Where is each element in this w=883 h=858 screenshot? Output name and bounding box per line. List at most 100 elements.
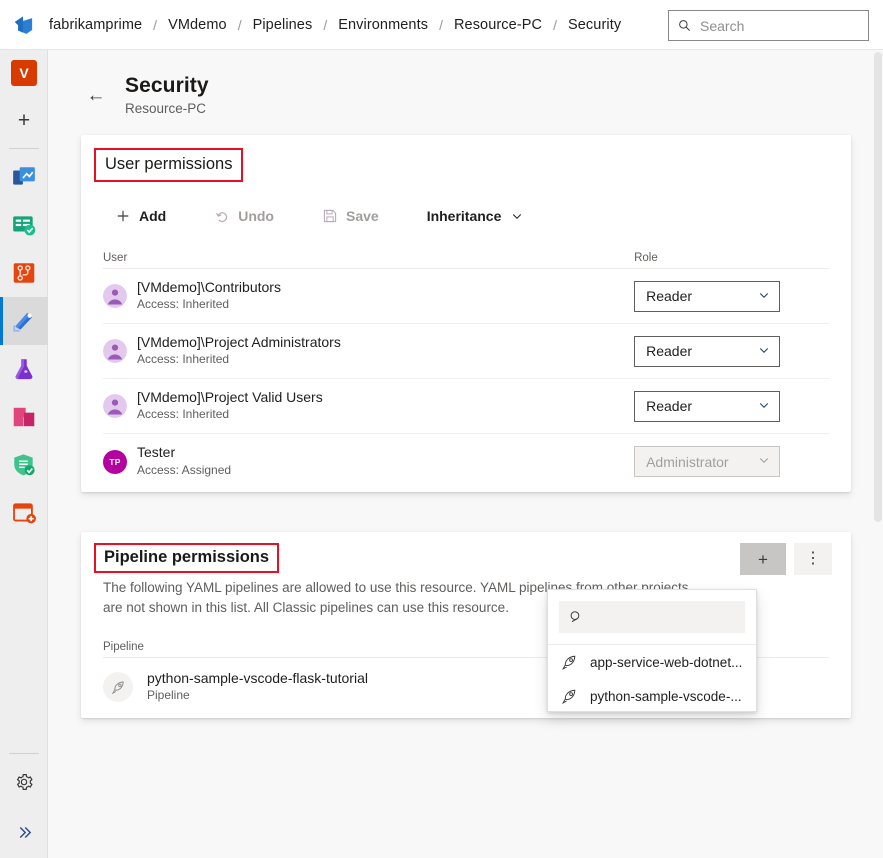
vertical-scrollbar[interactable] — [872, 50, 883, 858]
sidebar-item-artifacts[interactable] — [0, 393, 48, 441]
chevron-down-icon — [509, 208, 525, 224]
role-cell: Reader — [634, 280, 829, 312]
azure-devops-logo[interactable] — [0, 0, 48, 50]
role-dropdown-value: Administrator — [646, 453, 729, 470]
more-vertical-icon: ⋮ — [805, 550, 821, 567]
repos-icon — [13, 263, 35, 283]
sidebar-item-repos[interactable] — [0, 249, 48, 297]
role-dropdown-value: Reader — [646, 343, 693, 359]
user-permissions-card: User permissions Add Undo Save Inheritan… — [81, 135, 851, 492]
undo-icon — [214, 208, 230, 224]
double-chevron-right-icon — [19, 826, 31, 838]
user-permissions-title-highlight: User permissions — [94, 148, 244, 182]
undo-button-label: Undo — [238, 208, 274, 224]
org-avatar-icon: V — [11, 60, 37, 86]
page-title: Security — [125, 74, 209, 97]
search-icon — [679, 20, 690, 31]
column-header-pipeline: Pipeline — [103, 641, 144, 653]
list-item-label: app-service-web-dotnet... — [590, 654, 743, 670]
expand-rail-button[interactable] — [0, 806, 48, 858]
breadcrumb-separator: / — [439, 16, 443, 33]
add-button[interactable]: Add — [105, 200, 176, 232]
role-dropdown[interactable]: Reader — [634, 280, 781, 312]
chevron-down-icon — [758, 289, 770, 304]
sidebar-item-test-plans[interactable] — [0, 345, 48, 393]
pipeline-name: python-sample-vscode-flask-tutorial — [147, 669, 368, 686]
breadcrumb-item-resource[interactable]: Resource-PC — [453, 17, 543, 33]
sidebar-item-advanced-security[interactable] — [0, 441, 48, 489]
breadcrumb-item-pipelines[interactable]: Pipelines — [252, 17, 314, 33]
table-row[interactable]: [VMdemo]\Contributors Access: Inherited … — [103, 269, 829, 324]
avatar-initials: TP — [109, 456, 121, 467]
back-arrow-icon[interactable]: ← — [83, 82, 109, 108]
list-item[interactable]: app-service-web-dotnet... — [548, 645, 756, 679]
save-icon — [322, 208, 338, 224]
save-button: Save — [312, 200, 389, 232]
user-identity: TP Tester Access: Assigned — [103, 444, 634, 478]
breadcrumb-item-security[interactable]: Security — [567, 17, 622, 33]
table-row[interactable]: TP Tester Access: Assigned Administrator — [103, 434, 829, 489]
more-options-button[interactable]: ⋮ — [794, 543, 832, 575]
pipeline-picker-search-input[interactable] — [559, 601, 745, 633]
artifacts-icon — [13, 407, 35, 427]
vertical-scrollbar-thumb[interactable] — [874, 52, 882, 522]
search-placeholder: Search — [700, 17, 745, 34]
user-access: Access: Inherited — [137, 297, 230, 312]
main-content: ← Security Resource-PC User permissions — [49, 50, 883, 858]
breadcrumb-item-environments[interactable]: Environments — [337, 17, 429, 33]
org-avatar-letter: V — [19, 65, 29, 81]
rocket-icon — [111, 680, 124, 694]
sidebar-item-overview[interactable] — [0, 153, 48, 201]
chevron-down-icon — [758, 454, 770, 469]
inheritance-menu-label: Inheritance — [426, 208, 502, 224]
role-cell: Reader — [634, 390, 829, 422]
pipeline-picker-callout: app-service-web-dotnet... python-sample-… — [547, 589, 757, 712]
user-identity: [VMdemo]\Project Administrators Access: … — [103, 334, 634, 368]
chevron-down-icon — [758, 344, 770, 359]
user-access: Access: Assigned — [137, 462, 232, 477]
add-button-label: Add — [139, 208, 167, 224]
search-icon — [570, 611, 580, 623]
column-header-user: User — [103, 252, 128, 264]
role-dropdown-disabled: Administrator — [634, 446, 781, 477]
pipeline-subtitle: Pipeline — [147, 688, 190, 703]
group-avatar-icon — [103, 394, 127, 418]
table-row[interactable]: [VMdemo]\Project Administrators Access: … — [103, 324, 829, 379]
rocket-icon — [561, 689, 576, 704]
highlight-box: User permissions — [94, 148, 244, 182]
sidebar-item-add-extension[interactable] — [0, 489, 48, 537]
table-row[interactable]: [VMdemo]\Project Valid Users Access: Inh… — [103, 379, 829, 434]
page-subtitle: Resource-PC — [125, 101, 207, 116]
list-item[interactable]: python-sample-vscode-... — [548, 679, 756, 713]
breadcrumb-item-organization[interactable]: fabrikamprime — [48, 17, 143, 33]
test-plans-icon — [15, 359, 33, 380]
sidebar-item-pipelines[interactable] — [0, 297, 48, 345]
global-search-input[interactable]: Search — [668, 10, 869, 41]
sidebar-item-boards[interactable] — [0, 201, 48, 249]
left-navigation-rail: V + — [0, 50, 48, 858]
role-dropdown-value: Reader — [646, 288, 693, 304]
breadcrumb-separator: / — [323, 16, 328, 33]
user-name: [VMdemo]\Contributors — [137, 278, 281, 295]
chevron-down-icon — [758, 399, 770, 414]
rail-divider-bottom — [9, 753, 39, 754]
add-pipeline-button[interactable]: + — [740, 543, 786, 575]
role-dropdown[interactable]: Reader — [634, 335, 781, 367]
role-dropdown[interactable]: Reader — [634, 390, 781, 422]
rocket-icon — [561, 655, 576, 670]
user-name: [VMdemo]\Project Administrators — [137, 333, 341, 350]
sidebar-item-project-settings[interactable] — [0, 758, 48, 806]
overview-icon — [13, 167, 35, 185]
sidebar-item-create-new[interactable]: + — [0, 96, 48, 144]
user-access: Access: Inherited — [137, 407, 230, 422]
save-button-label: Save — [345, 208, 379, 224]
breadcrumb-item-project[interactable]: VMdemo — [167, 17, 228, 33]
breadcrumb-separator: / — [553, 16, 557, 33]
user-permissions-toolbar: Add Undo Save Inheritance — [105, 200, 535, 232]
pipeline-picker-options: app-service-web-dotnet... python-sample-… — [548, 644, 756, 713]
inheritance-menu[interactable]: Inheritance — [417, 200, 536, 232]
sidebar-item-org-avatar[interactable]: V — [0, 50, 48, 96]
list-item-label: python-sample-vscode-... — [590, 688, 742, 704]
highlight-box: Pipeline permissions — [94, 543, 280, 573]
grid-header-row: User Role — [103, 239, 829, 269]
